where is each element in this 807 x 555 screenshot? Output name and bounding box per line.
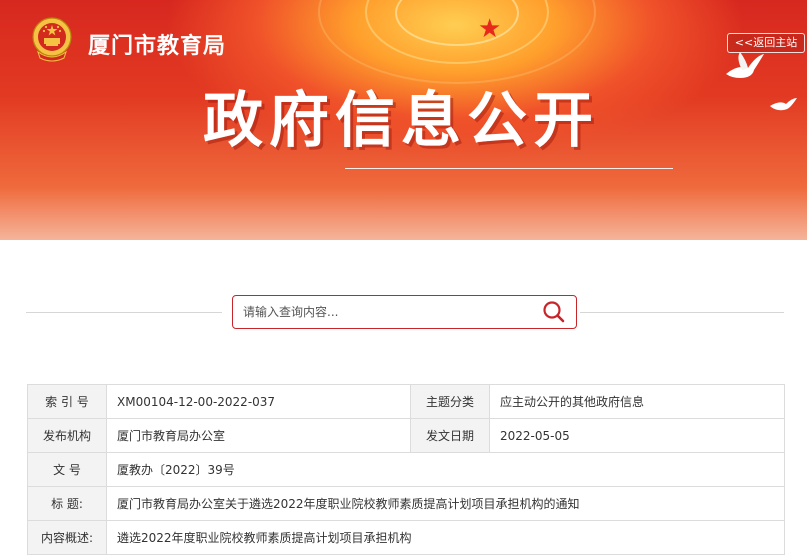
dove-icon: [770, 98, 797, 111]
dove-icon: [726, 52, 764, 78]
topic-label: 主题分类: [410, 384, 490, 419]
date-label: 发文日期: [410, 418, 490, 453]
table-row: 发布机构 厦门市教育局办公室 发文日期 2022-05-05: [27, 418, 785, 453]
summary-label: 内容概述:: [27, 520, 107, 555]
search-icon[interactable]: [541, 300, 567, 324]
table-row: 内容概述: 遴选2022年度职业院校教师素质提高计划项目承担机构: [27, 520, 785, 555]
site-title[interactable]: 厦门市教育局: [88, 28, 226, 60]
back-home-button[interactable]: <<返回主站: [727, 33, 805, 53]
docno-label: 文 号: [27, 452, 107, 487]
hero-title: 政府信息公开: [203, 86, 599, 156]
title-value: 厦门市教育局办公室关于遴选2022年度职业院校教师素质提高计划项目承担机构的通知: [106, 486, 785, 521]
main-content: 索 引 号 XM00104-12-00-2022-037 主题分类 应主动公开的…: [4, 240, 807, 555]
header-banner: ★ 厦门市教育局 <<返回主站 政府信息公开: [0, 0, 807, 240]
search-input[interactable]: [243, 296, 533, 328]
index-label: 索 引 号: [27, 384, 107, 419]
table-row: 文 号 厦教办〔2022〕39号: [27, 452, 785, 487]
publisher-label: 发布机构: [27, 418, 107, 453]
publisher-value: 厦门市教育局办公室: [106, 418, 411, 453]
summary-value: 遴选2022年度职业院校教师素质提高计划项目承担机构: [106, 520, 785, 555]
info-table: 索 引 号 XM00104-12-00-2022-037 主题分类 应主动公开的…: [27, 384, 785, 555]
table-row: 标 题: 厦门市教育局办公室关于遴选2022年度职业院校教师素质提高计划项目承担…: [27, 486, 785, 521]
emblem-icon: [32, 17, 72, 62]
table-row: 索 引 号 XM00104-12-00-2022-037 主题分类 应主动公开的…: [27, 384, 785, 419]
search-box: [232, 295, 577, 329]
title-label: 标 题:: [27, 486, 107, 521]
hero-underline: [345, 168, 673, 169]
topic-value: 应主动公开的其他政府信息: [489, 384, 785, 419]
star-icon: ★: [478, 14, 502, 44]
docno-value: 厦教办〔2022〕39号: [106, 452, 785, 487]
index-value: XM00104-12-00-2022-037: [106, 384, 411, 419]
divider: [26, 312, 222, 313]
date-value: 2022-05-05: [489, 418, 785, 453]
divider: [580, 312, 784, 313]
